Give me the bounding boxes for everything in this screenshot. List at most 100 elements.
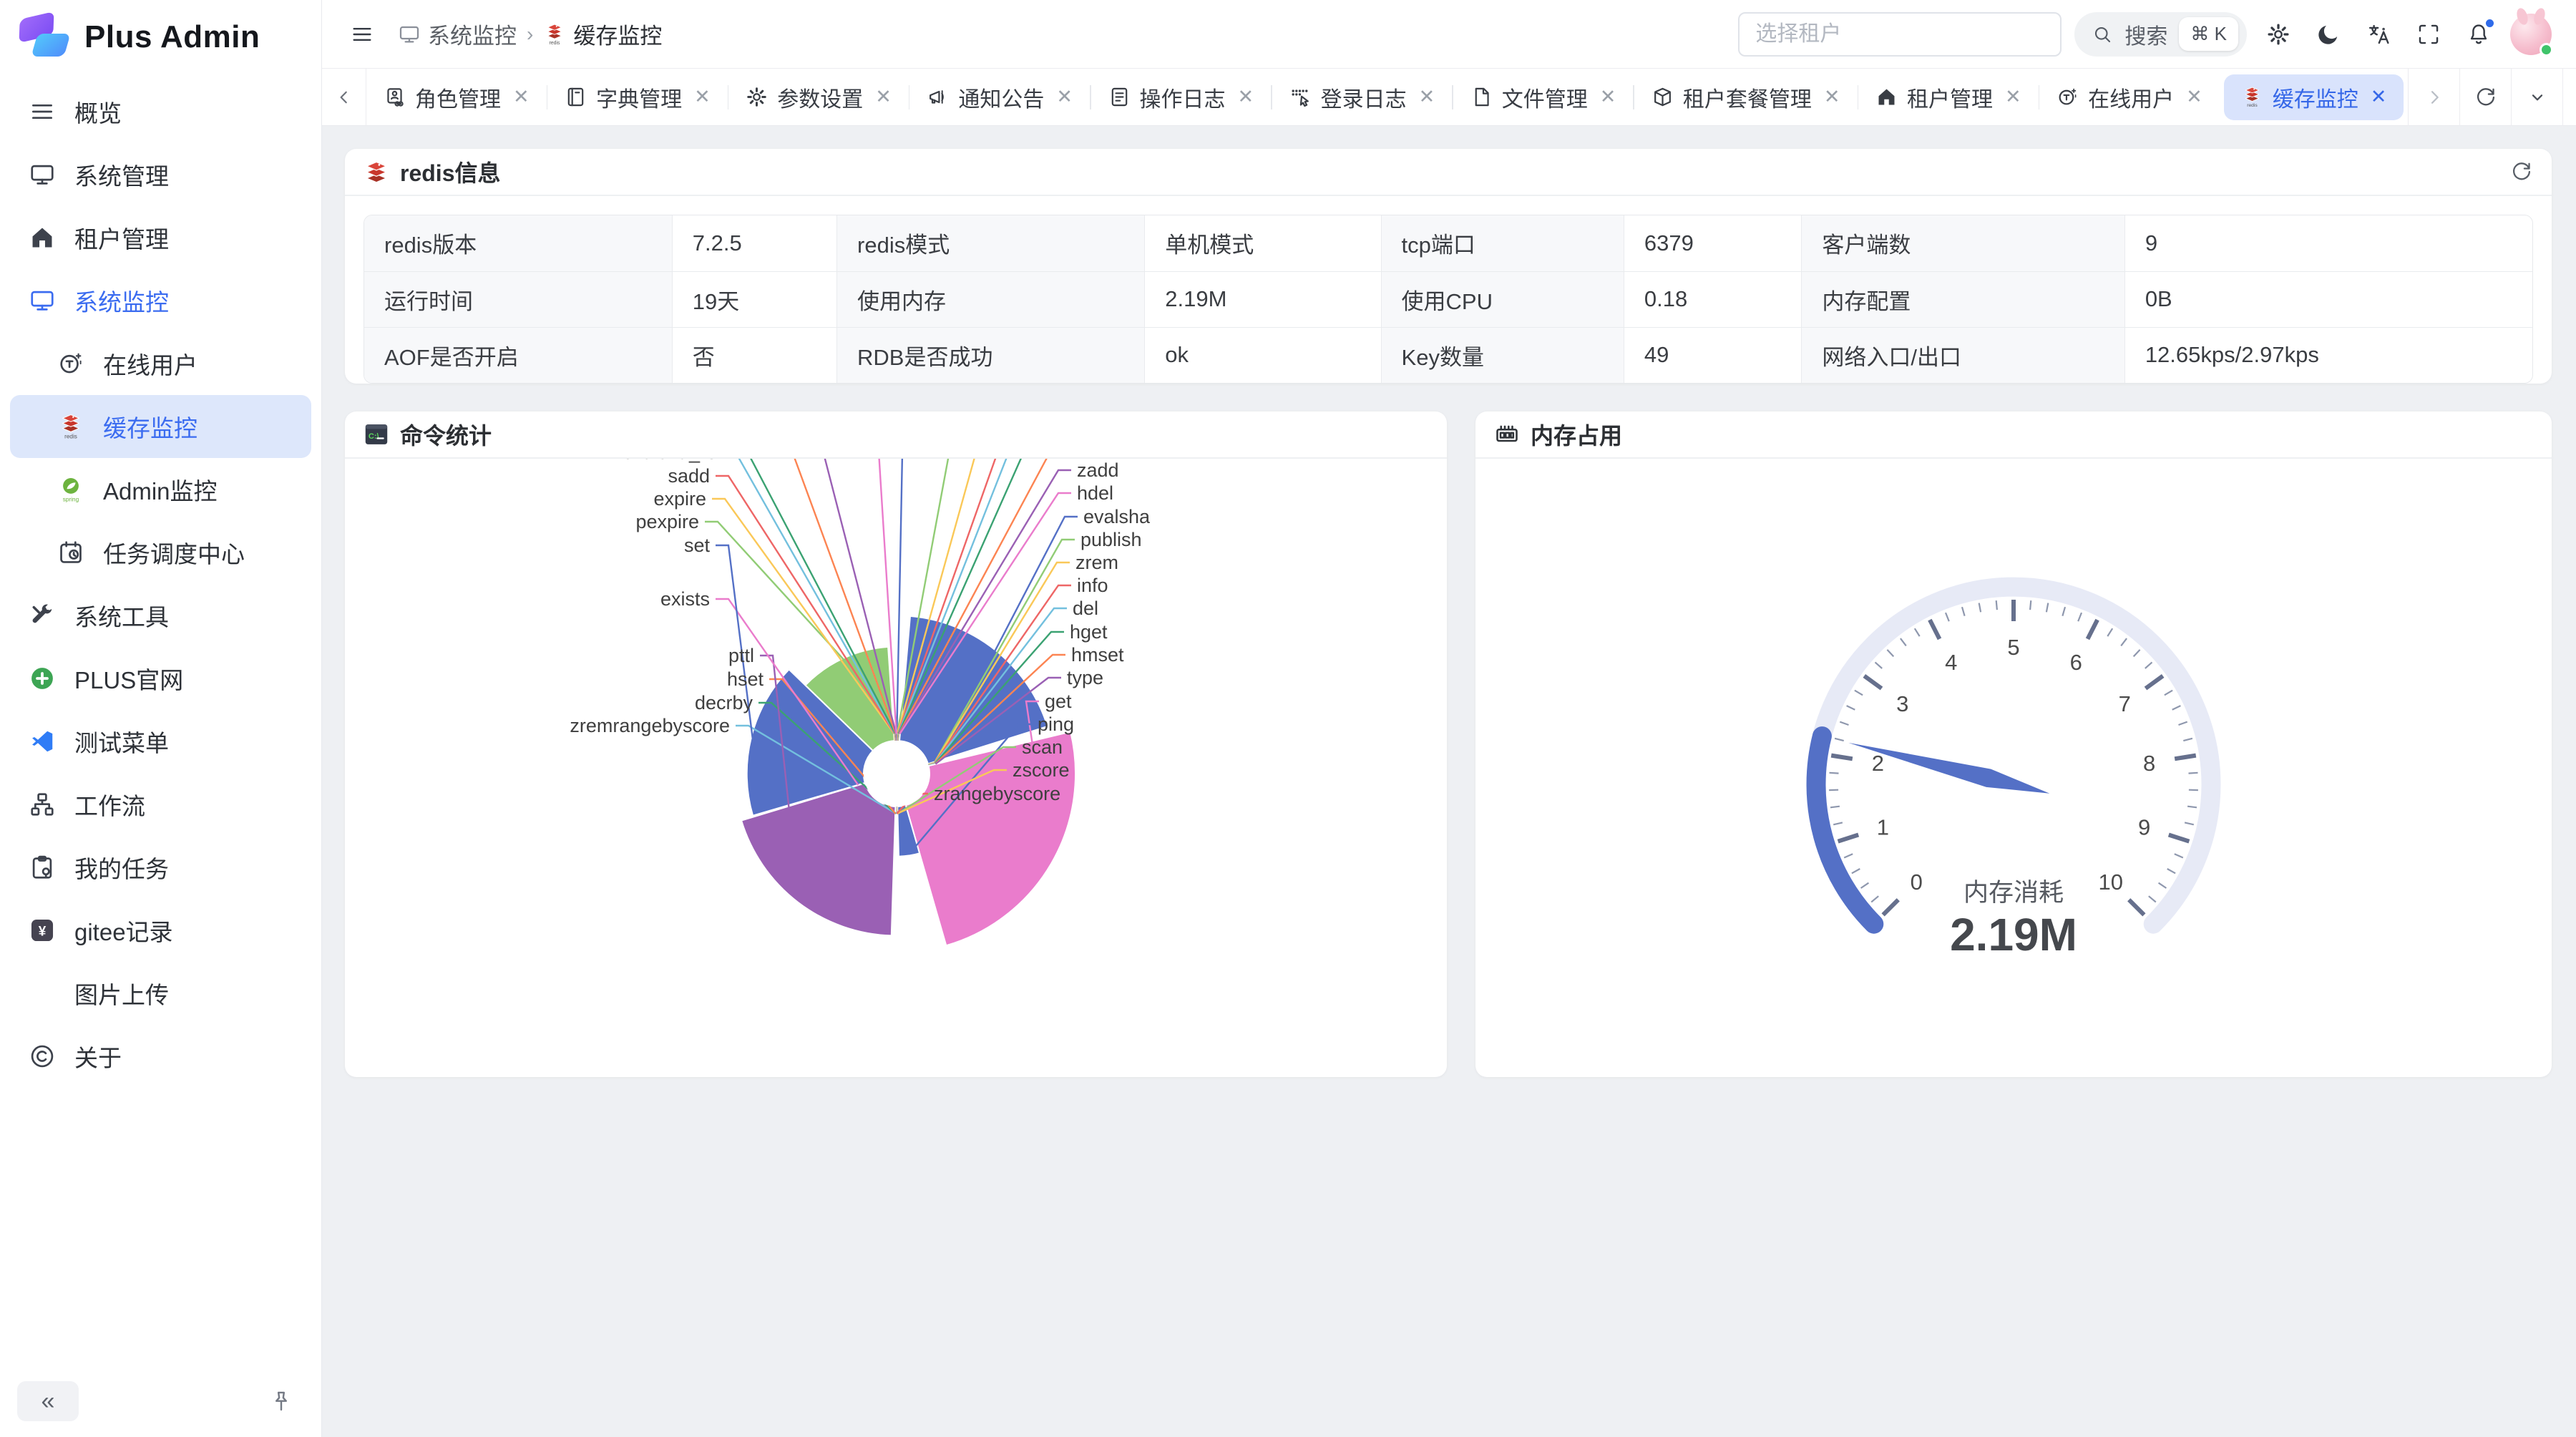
sidebar-item-test-menu[interactable]: 测试菜单 xyxy=(10,710,311,773)
tab-close-icon[interactable]: ✕ xyxy=(510,86,530,108)
sidebar-item-gitee-log[interactable]: ¥gitee记录 xyxy=(10,899,311,962)
sidebar: Plus Admin 概览系统管理租户管理系统监控在线用户 redis 缓存监控 sp… xyxy=(0,0,322,1437)
info-label-cell: 网络入口/出口 xyxy=(1802,327,2124,383)
sidebar-item-tenant-management[interactable]: 租户管理 xyxy=(10,206,311,269)
tab-label: 登录日志 xyxy=(1321,82,1407,113)
sidebar-item-task-schedule[interactable]: 任务调度中心 xyxy=(10,521,311,584)
gauge-progress xyxy=(1816,736,1874,925)
gauge-tick xyxy=(2107,628,2112,636)
tab-dict-management[interactable]: 字典管理✕ xyxy=(547,69,728,126)
plusweb-icon xyxy=(29,665,56,692)
app-logo-row[interactable]: Plus Admin xyxy=(0,0,321,74)
package-icon xyxy=(1652,86,1674,108)
sidebar-item-overview[interactable]: 概览 xyxy=(10,80,311,143)
rose-label: del xyxy=(1073,598,1098,619)
language-icon[interactable] xyxy=(2360,16,2397,53)
home-icon xyxy=(29,224,56,251)
breadcrumb-cache-monitor[interactable]: redis缓存监控 xyxy=(543,18,662,50)
sidebar-item-online-user[interactable]: 在线用户 xyxy=(10,332,311,395)
sidebar-item-label: 租户管理 xyxy=(74,220,281,255)
gauge-tick xyxy=(1979,603,1981,613)
sidebar-item-system-management[interactable]: 系统管理 xyxy=(10,143,311,206)
tab-menu-icon[interactable] xyxy=(2511,69,2562,126)
tab-online-user[interactable]: 在线用户✕ xyxy=(2039,69,2220,126)
tab-role-management[interactable]: 角色管理✕ xyxy=(366,69,547,126)
tab-close-icon[interactable]: ✕ xyxy=(2002,86,2021,108)
sidebar-item-image-upload[interactable]: 图片上传 xyxy=(10,962,311,1025)
gauge-tick xyxy=(2062,607,2065,616)
tab-tenant-package[interactable]: 租户套餐管理✕ xyxy=(1634,69,1858,126)
sidebar-collapse-button[interactable]: « xyxy=(17,1381,79,1421)
loginlog-icon xyxy=(1289,86,1312,108)
pin-icon[interactable] xyxy=(258,1378,304,1424)
tab-file-management[interactable]: 文件管理✕ xyxy=(1453,69,1634,126)
tenant-select-input[interactable] xyxy=(1738,12,2062,57)
mytask-icon xyxy=(29,854,56,881)
tab-close-icon[interactable]: ✕ xyxy=(1597,86,1616,108)
sidebar-item-workflow[interactable]: 工作流 xyxy=(10,773,311,836)
tab-operation-log[interactable]: 操作日志✕ xyxy=(1091,69,1272,126)
sidebar-item-system-monitor[interactable]: 系统监控 xyxy=(10,269,311,332)
tab-close-icon[interactable]: ✕ xyxy=(1416,86,1435,108)
info-value-cell: ok xyxy=(1145,327,1381,383)
tab-close-icon[interactable]: ✕ xyxy=(691,86,711,108)
gauge-tick xyxy=(1847,706,1855,710)
menu-toggle-button[interactable] xyxy=(343,16,381,53)
rose-label: sadd xyxy=(668,465,710,487)
sidebar-item-label: 缓存监控 xyxy=(103,409,297,444)
sidebar-item-plus-website[interactable]: PLUS官网 xyxy=(10,647,311,710)
memory-usage-gauge-chart[interactable]: 012345678910内存消耗2.19M xyxy=(1475,459,2552,1076)
tab-notice[interactable]: 通知公告✕ xyxy=(909,69,1090,126)
oplog-icon xyxy=(1108,86,1131,108)
search-shortcut-badge: ⌘ K xyxy=(2179,17,2238,51)
svg-text:redis: redis xyxy=(550,40,561,45)
tab-close-icon[interactable]: ✕ xyxy=(2183,86,2202,108)
rose-label: pttl xyxy=(728,645,754,666)
sidebar-item-about[interactable]: 关于 xyxy=(10,1025,311,1088)
tab-tenant-management[interactable]: 租户管理✕ xyxy=(1858,69,2039,126)
breadcrumb-separator-icon: › xyxy=(527,23,533,46)
notifications-icon[interactable] xyxy=(2460,16,2497,53)
tab-close-icon[interactable]: ✕ xyxy=(1235,86,1254,108)
sidebar-item-cache-monitor[interactable]: redis 缓存监控 xyxy=(10,395,311,458)
tab-close-icon[interactable]: ✕ xyxy=(872,86,892,108)
info-value-cell: 否 xyxy=(672,327,836,383)
tab-param-settings[interactable]: 参数设置✕ xyxy=(728,69,909,126)
tab-close-icon[interactable]: ✕ xyxy=(2368,86,2387,108)
tab-cache-monitor[interactable]: redis缓存监控✕ xyxy=(2224,74,2404,120)
info-value-cell: 2.19M xyxy=(1145,271,1381,327)
redis-icon: redis xyxy=(57,413,84,440)
info-label-cell: redis模式 xyxy=(837,215,1145,271)
sidebar-item-label: 关于 xyxy=(74,1039,297,1073)
command-stats-card: C:\ 命令统计 smembersscript|loadhsetnxdbsize… xyxy=(345,411,1447,1077)
rose-label: scan xyxy=(1022,736,1063,758)
gauge-tick xyxy=(1887,650,1893,657)
tabs-scroll-right-icon xyxy=(2423,86,2446,109)
tabs-scroll-left-icon[interactable] xyxy=(322,69,366,126)
refresh-icon[interactable] xyxy=(2510,160,2533,183)
breadcrumb-system-monitor[interactable]: 系统监控 xyxy=(398,18,517,50)
tab-refresh-icon[interactable] xyxy=(2459,69,2511,126)
command-stats-rose-chart[interactable]: smembersscript|loadhsetnxdbsizesscansetn… xyxy=(345,459,1447,1076)
tab-login-log[interactable]: 登录日志 ✕ xyxy=(1272,69,1453,126)
sidebar-item-admin-monitor[interactable]: springAdmin监控 xyxy=(10,458,311,521)
sidebar-item-my-tasks[interactable]: 我的任务 xyxy=(10,836,311,899)
settings-icon[interactable] xyxy=(2260,16,2297,53)
rose-label: ping xyxy=(1038,713,1074,735)
user-avatar[interactable] xyxy=(2510,14,2552,55)
info-label-cell: AOF是否开启 xyxy=(364,327,672,383)
tab-close-icon[interactable]: ✕ xyxy=(1821,86,1840,108)
sidebar-item-system-tools[interactable]: 系统工具 xyxy=(10,584,311,647)
info-label-cell: redis版本 xyxy=(364,215,672,271)
gauge-tick-label: 2 xyxy=(1872,751,1884,776)
content-fullscreen-icon[interactable] xyxy=(2562,69,2576,126)
tabs-scroll-right-icon[interactable] xyxy=(2408,69,2459,126)
tab-close-icon[interactable]: ✕ xyxy=(1053,86,1073,108)
info-label-cell: Key数量 xyxy=(1381,327,1624,383)
dark-mode-icon[interactable] xyxy=(2310,16,2347,53)
search-button[interactable]: 搜索 ⌘ K xyxy=(2074,12,2247,57)
sidebar-item-label: Admin监控 xyxy=(103,472,297,507)
fullscreen-icon[interactable] xyxy=(2410,16,2447,53)
settings-icon xyxy=(2266,22,2290,47)
redis-icon: redis xyxy=(2241,86,2263,108)
